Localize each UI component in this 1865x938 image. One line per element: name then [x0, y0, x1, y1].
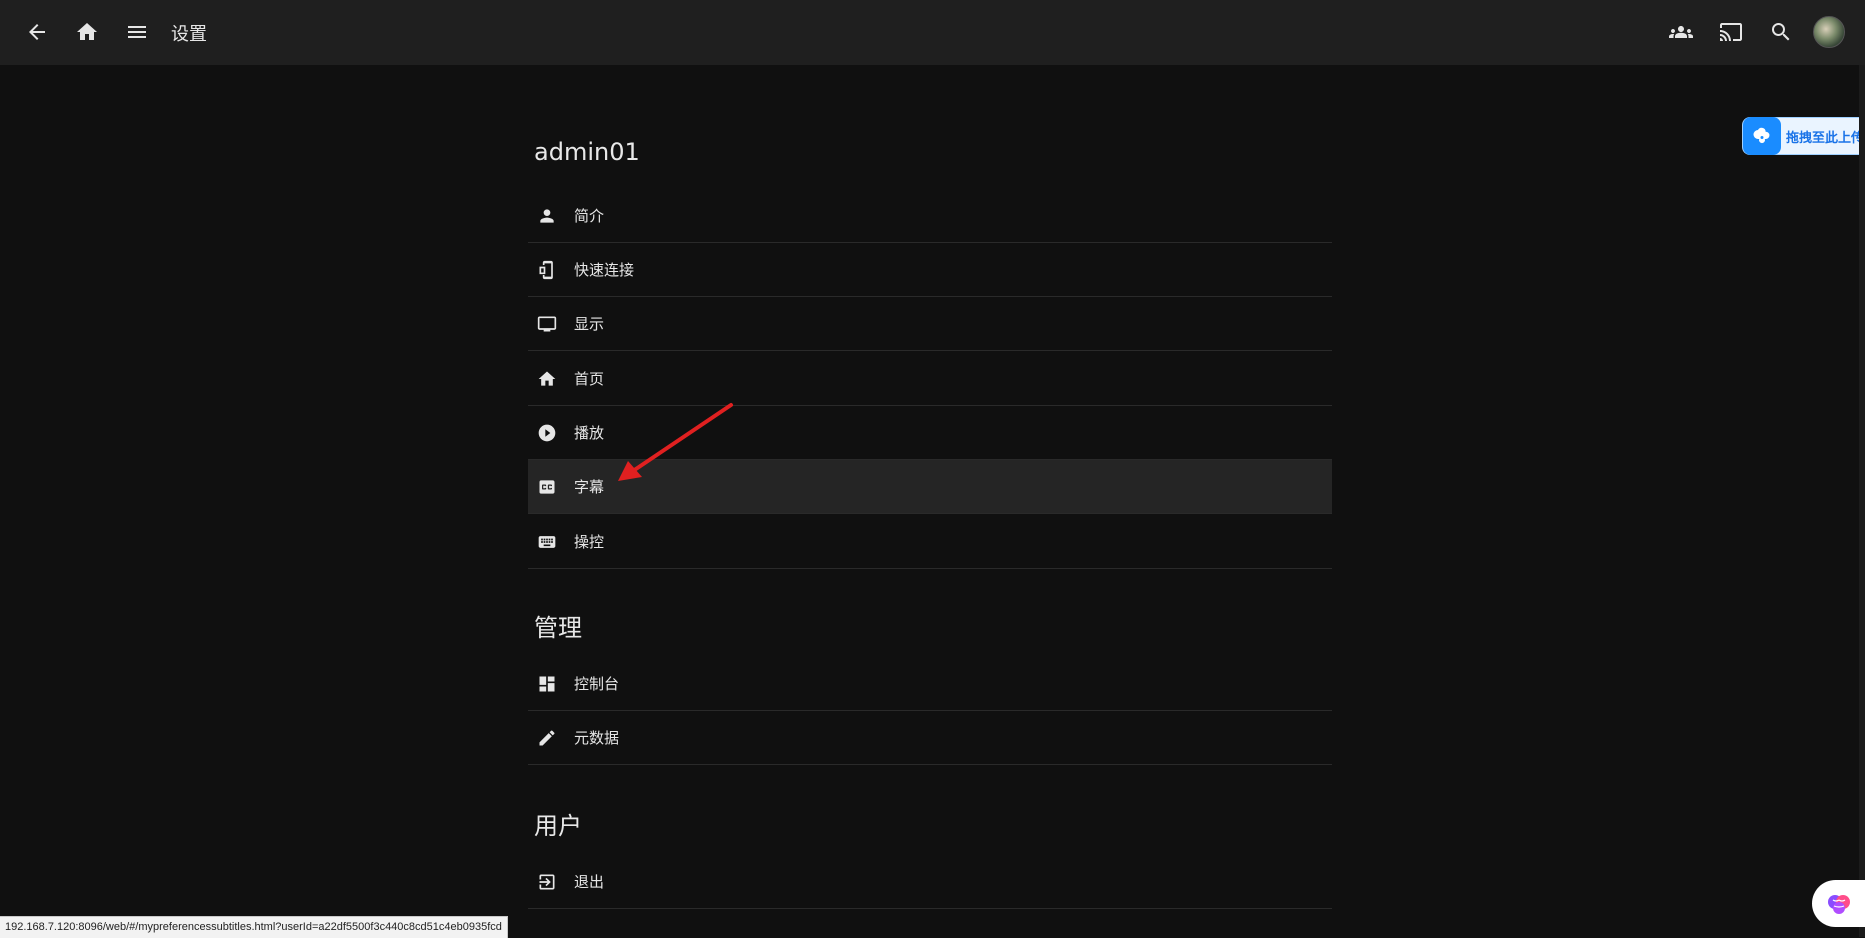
menu-item-label: 控制台	[574, 675, 620, 693]
page-title: 设置	[171, 24, 207, 45]
phone-link-icon	[539, 260, 553, 279]
annotation-arrow	[618, 403, 733, 481]
search-button[interactable]	[1761, 12, 1801, 52]
menu-item-label: 操控	[574, 533, 605, 551]
admin-section-title: 管理	[534, 614, 582, 642]
menu-item-label: 元数据	[574, 729, 620, 747]
menu-button[interactable]	[117, 12, 157, 52]
top-app-bar: 设置	[0, 0, 1865, 65]
menu-item-quick-connect[interactable]: 快速连接	[528, 243, 1332, 297]
menu-item-metadata[interactable]: 元数据	[528, 711, 1332, 765]
play-circle-icon	[538, 424, 556, 441]
users-section-title: 用户	[534, 812, 582, 840]
user-avatar[interactable]	[1813, 16, 1845, 48]
home-icon	[77, 23, 97, 40]
users-button[interactable]	[1661, 12, 1701, 52]
home-button[interactable]	[67, 12, 107, 52]
cloud-upload-icon	[1753, 127, 1770, 144]
pencil-icon	[539, 729, 555, 745]
menu-item-label: 显示	[574, 315, 605, 333]
cast-icon	[1720, 23, 1742, 41]
upload-text: 拖拽至此上传	[1786, 130, 1865, 146]
menu-item-label: 退出	[574, 873, 605, 891]
home-icon	[538, 371, 556, 386]
cast-button[interactable]	[1711, 12, 1751, 52]
menu-item-label: 首页	[574, 370, 605, 388]
menu-item-profile[interactable]: 简介	[528, 189, 1332, 243]
logout-icon	[539, 874, 555, 889]
person-icon	[540, 208, 554, 223]
users-icon	[1669, 26, 1693, 38]
menu-item-label: 快速连接	[574, 261, 635, 279]
back-arrow-icon	[29, 24, 45, 40]
menu-item-dashboard[interactable]: 控制台	[528, 657, 1332, 711]
menu-icon	[128, 26, 146, 38]
closed-caption-icon	[539, 479, 555, 494]
user-section-title: admin01	[534, 138, 640, 166]
menu-item-display[interactable]: 显示	[528, 297, 1332, 351]
menu-item-label: 简介	[574, 207, 605, 225]
menu-item-controls[interactable]: 操控	[528, 515, 1332, 569]
monitor-icon	[537, 316, 557, 331]
menu-item-logout[interactable]: 退出	[528, 855, 1332, 909]
floating-assistant-button[interactable]	[1812, 880, 1865, 927]
status-bar-url: 192.168.7.120:8096/web/#/mypreferencessu…	[0, 916, 508, 938]
back-button[interactable]	[17, 12, 57, 52]
dashboard-icon	[539, 676, 555, 691]
scrollbar[interactable]	[1859, 65, 1865, 937]
keyboard-icon	[538, 535, 556, 548]
upload-drop-widget[interactable]: 拖拽至此上传	[1742, 117, 1865, 155]
brain-icon	[1827, 894, 1850, 914]
search-icon	[1772, 23, 1790, 41]
